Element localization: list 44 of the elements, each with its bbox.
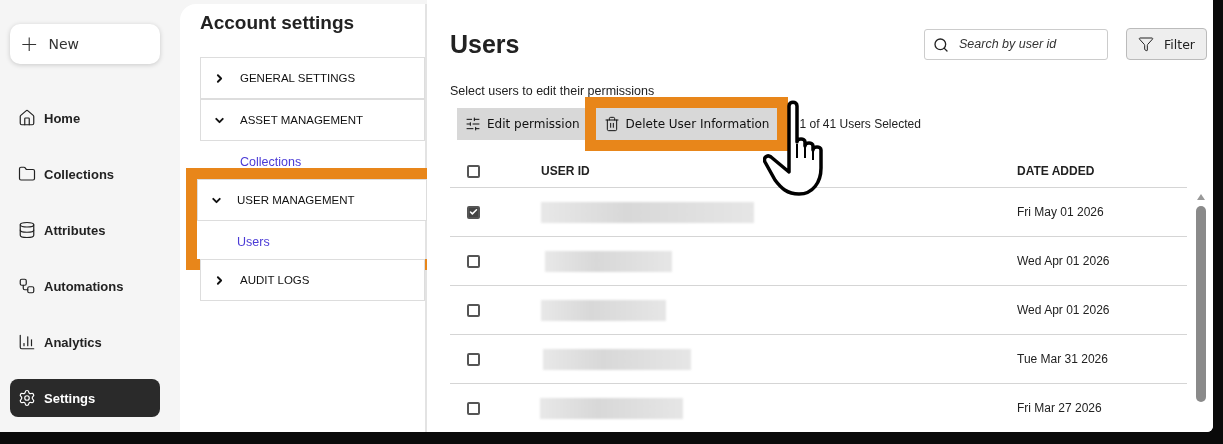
- trash-icon: [603, 116, 620, 132]
- submenu-link[interactable]: Collections: [200, 141, 425, 179]
- checkbox[interactable]: [467, 205, 480, 219]
- accordion-header[interactable]: USER MANAGEMENT: [197, 179, 427, 221]
- column-header: DATE ADDED: [1017, 164, 1095, 178]
- action-button[interactable]: Edit permission: [457, 108, 588, 140]
- accordion-header[interactable]: ASSET MANAGEMENT: [200, 99, 425, 141]
- sliders-icon: [465, 116, 481, 132]
- submenu-link[interactable]: Users: [197, 221, 427, 259]
- date-cell: Fri May 01 2026: [1017, 205, 1104, 219]
- chart-icon: [18, 333, 36, 351]
- gear-icon: [18, 389, 36, 407]
- filter-button[interactable]: Filter: [1126, 28, 1207, 60]
- date-cell: Tue Mar 31 2026: [1017, 352, 1108, 366]
- folder-icon: [18, 165, 36, 183]
- nav-item[interactable]: Analytics: [10, 323, 160, 361]
- panel-title: Account settings: [200, 12, 356, 34]
- checkbox[interactable]: [467, 254, 480, 268]
- database-icon: [18, 221, 36, 239]
- nav-item[interactable]: Home: [10, 99, 160, 137]
- instruction-text: Select users to edit their permissions: [450, 84, 656, 98]
- checkbox[interactable]: [467, 164, 480, 178]
- accordion-header[interactable]: GENERAL SETTINGS: [200, 57, 425, 99]
- search-field[interactable]: Search by user id: [924, 28, 1108, 60]
- date-cell: Wed Apr 01 2026: [1017, 254, 1110, 268]
- checkbox[interactable]: [467, 352, 480, 366]
- page-title: Users: [450, 29, 521, 59]
- action-button[interactable]: Delete User Information: [595, 108, 778, 140]
- new-button[interactable]: + New: [10, 24, 160, 64]
- filter-icon: [1138, 36, 1154, 52]
- checkbox[interactable]: [467, 401, 480, 415]
- home-icon: [18, 109, 36, 127]
- automation-icon: [18, 277, 36, 295]
- checkbox[interactable]: [467, 303, 480, 317]
- accordion-header[interactable]: AUDIT LOGS: [200, 259, 425, 301]
- nav-item[interactable]: Collections: [10, 155, 160, 193]
- nav-item[interactable]: Automations: [10, 267, 160, 305]
- search-icon: [933, 36, 949, 53]
- nav-item[interactable]: Attributes: [10, 211, 160, 249]
- date-cell: Wed Apr 01 2026: [1017, 303, 1110, 317]
- date-cell: Fri Mar 27 2026: [1017, 401, 1102, 415]
- nav-item[interactable]: Settings: [10, 379, 160, 417]
- selection-count: 1 of 41 Users Selected: [799, 117, 921, 131]
- column-header: USER ID: [541, 164, 590, 178]
